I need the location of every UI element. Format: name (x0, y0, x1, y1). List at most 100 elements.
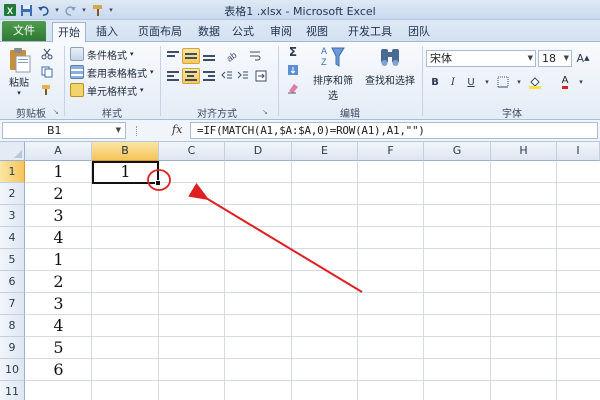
font-color-dropdown-icon[interactable]: ▾ (572, 74, 590, 90)
wrap-text-icon[interactable] (246, 48, 264, 64)
cell-a6[interactable]: 2 (25, 271, 92, 293)
italic-button[interactable]: I (444, 74, 462, 90)
cell-a4[interactable]: 4 (25, 227, 92, 249)
row-header-4[interactable]: 4 (0, 227, 25, 249)
copy-icon[interactable] (38, 64, 56, 80)
chevron-down-icon: ▼ (563, 54, 569, 62)
format-as-table-label: 套用表格格式 (87, 68, 147, 80)
svg-text:Z: Z (321, 57, 327, 67)
tab-developer[interactable]: 开发工具 (340, 22, 400, 42)
paste-dropdown-icon[interactable]: ▾ (4, 89, 34, 97)
cell-styles-button[interactable]: 单元格样式 ▾ (70, 81, 144, 99)
formula-input[interactable]: =IF(MATCH(A1,$A:$A,0)=ROW(A1),A1,"") (190, 122, 598, 139)
increase-indent-icon[interactable] (234, 68, 252, 84)
svg-text:A: A (321, 46, 327, 56)
chevron-down-icon: ▼ (115, 126, 121, 134)
cell-a3[interactable]: 3 (25, 205, 92, 227)
font-size-value: 18 (542, 52, 556, 65)
cell-a2[interactable]: 2 (25, 183, 92, 205)
column-header-b[interactable]: B (92, 142, 159, 161)
cut-icon[interactable] (38, 46, 56, 62)
row-header-7[interactable]: 7 (0, 293, 25, 315)
row-header-8[interactable]: 8 (0, 315, 25, 337)
align-middle-icon[interactable] (182, 48, 200, 64)
select-all-corner[interactable] (0, 142, 25, 161)
align-left-icon[interactable] (164, 68, 182, 84)
align-bottom-icon[interactable] (200, 48, 218, 64)
column-header-a[interactable]: A (25, 142, 92, 161)
editing-group-label: 编辑 (340, 109, 360, 120)
row-header-10[interactable]: 10 (0, 359, 25, 381)
svg-text:ab: ab (225, 50, 237, 62)
sort-filter-button[interactable]: AZ 排序和筛选 (312, 44, 354, 102)
worksheet-grid[interactable]: A B C D E F G H I 1 1 2 2 3 3 4 4 5 1 6 2 7 3 8 4 9 5 10 6 11 1 (0, 142, 600, 400)
row-header-2[interactable]: 2 (0, 183, 25, 205)
column-header-h[interactable]: H (491, 142, 557, 161)
column-header-d[interactable]: D (225, 142, 292, 161)
clipboard-group-label: 剪贴板 (16, 109, 46, 120)
align-right-icon[interactable] (200, 68, 218, 84)
cell-a7[interactable]: 3 (25, 293, 92, 315)
alignment-launcher-icon[interactable]: ↘ (262, 108, 270, 116)
tab-formulas[interactable]: 公式 (226, 22, 260, 42)
cell-a8[interactable]: 4 (25, 315, 92, 337)
row-header-9[interactable]: 9 (0, 337, 25, 359)
cell-a11[interactable] (25, 381, 92, 400)
cell-a10[interactable]: 6 (25, 359, 92, 381)
column-header-c[interactable]: C (159, 142, 225, 161)
conditional-formatting-button[interactable]: 条件格式 ▾ (70, 45, 134, 63)
font-name-select[interactable]: 宋体 ▼ (426, 50, 536, 67)
tab-file[interactable]: 文件 (2, 21, 46, 41)
clipboard-launcher-icon[interactable]: ↘ (53, 108, 61, 116)
sort-filter-label: 排序和筛选 (313, 76, 353, 102)
formula-bar-resize-handle[interactable] (136, 126, 140, 136)
chevron-down-icon: ▾ (130, 50, 134, 58)
fill-icon[interactable] (284, 62, 302, 78)
fill-handle[interactable] (155, 180, 161, 186)
gridline (423, 161, 424, 400)
fill-color-icon[interactable] (526, 74, 544, 90)
row-header-11[interactable]: 11 (0, 381, 25, 400)
active-cell-border (92, 161, 159, 184)
tab-insert[interactable]: 插入 (90, 22, 124, 42)
cell-styles-icon (70, 83, 84, 97)
column-header-g[interactable]: G (424, 142, 491, 161)
gridline (25, 314, 600, 315)
paste-button[interactable]: 粘贴 ▾ (4, 46, 34, 97)
tab-view[interactable]: 视图 (300, 22, 334, 42)
bold-button[interactable]: B (426, 74, 444, 90)
tab-review[interactable]: 审阅 (264, 22, 298, 42)
format-painter-brush-icon[interactable] (38, 82, 56, 98)
row-header-5[interactable]: 5 (0, 249, 25, 271)
cell-a5[interactable]: 1 (25, 249, 92, 271)
name-box[interactable]: B1 ▼ (2, 122, 126, 139)
row-header-3[interactable]: 3 (0, 205, 25, 227)
increase-font-icon[interactable]: A ▲ (574, 50, 592, 66)
group-separator (278, 46, 279, 116)
chevron-down-icon: ▾ (140, 86, 144, 94)
title-bar: X ▾ ▾ ▾ 表格1 .xlsx - Microsoft Excel (0, 0, 600, 20)
merge-center-icon[interactable] (252, 68, 270, 84)
tab-home[interactable]: 开始 (52, 22, 86, 43)
tab-data[interactable]: 数据 (192, 22, 226, 42)
cell-styles-label: 单元格样式 (87, 86, 137, 98)
font-color-letter: A (561, 75, 569, 89)
column-header-e[interactable]: E (292, 142, 358, 161)
tab-page-layout[interactable]: 页面布局 (130, 22, 190, 42)
align-center-icon[interactable] (182, 68, 200, 84)
format-as-table-button[interactable]: 套用表格格式 ▾ (70, 63, 154, 81)
font-size-select[interactable]: 18 ▼ (538, 50, 572, 67)
autosum-icon[interactable]: Σ (284, 44, 302, 60)
text-orientation-icon[interactable]: ab (222, 48, 240, 64)
tab-team[interactable]: 团队 (402, 22, 436, 42)
row-header-1[interactable]: 1 (0, 161, 25, 183)
row-header-6[interactable]: 6 (0, 271, 25, 293)
find-select-button[interactable]: 查找和选择 (364, 44, 416, 87)
cell-a1[interactable]: 1 (25, 161, 92, 183)
cell-a9[interactable]: 5 (25, 337, 92, 359)
clear-icon[interactable] (284, 80, 302, 96)
align-top-icon[interactable] (164, 48, 182, 64)
insert-function-icon[interactable]: fx (172, 123, 182, 136)
column-header-f[interactable]: F (358, 142, 424, 161)
column-header-i[interactable]: I (557, 142, 600, 161)
